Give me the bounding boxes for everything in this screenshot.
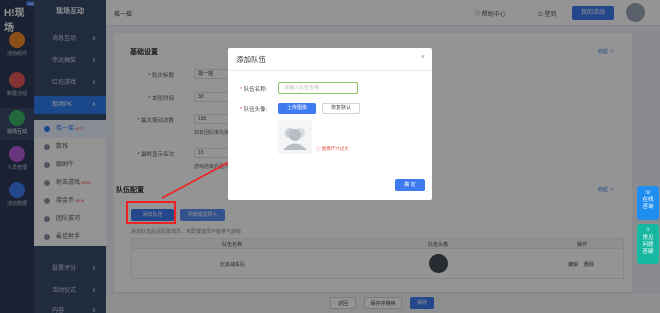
dialog-divider	[228, 70, 432, 71]
team-name-label: * 队伍名称:	[240, 87, 268, 93]
upload-image-button[interactable]: 上传图像	[278, 103, 316, 114]
team-avatar-label: * 队伍头像:	[240, 107, 268, 113]
faq-button[interactable]: ? 常见问题答疑	[637, 224, 659, 264]
help-icon: ?	[646, 228, 650, 234]
add-team-dialog: 添加队伍 × * 队伍名称: 请输入队伍名称 * 队伍头像: 上传图像 恢复默认…	[228, 48, 432, 200]
team-name-input[interactable]: 请输入队伍名称	[278, 82, 358, 94]
dialog-title: 添加队伍	[236, 55, 266, 64]
avatar-error: ⓘ 图像尺寸过大	[316, 146, 349, 151]
close-icon[interactable]: ×	[421, 54, 425, 61]
online-consult-button[interactable]: ☏ 在线咨询	[637, 186, 659, 220]
chat-icon: ☏	[644, 190, 652, 196]
avatar-preview	[278, 120, 312, 154]
faq-label: 常见问题答疑	[642, 235, 654, 255]
confirm-button[interactable]: 确 定	[395, 179, 425, 191]
restore-default-button[interactable]: 恢复默认	[322, 103, 360, 114]
people-placeholder-icon	[283, 128, 307, 150]
online-consult-label: 在线咨询	[642, 197, 654, 210]
